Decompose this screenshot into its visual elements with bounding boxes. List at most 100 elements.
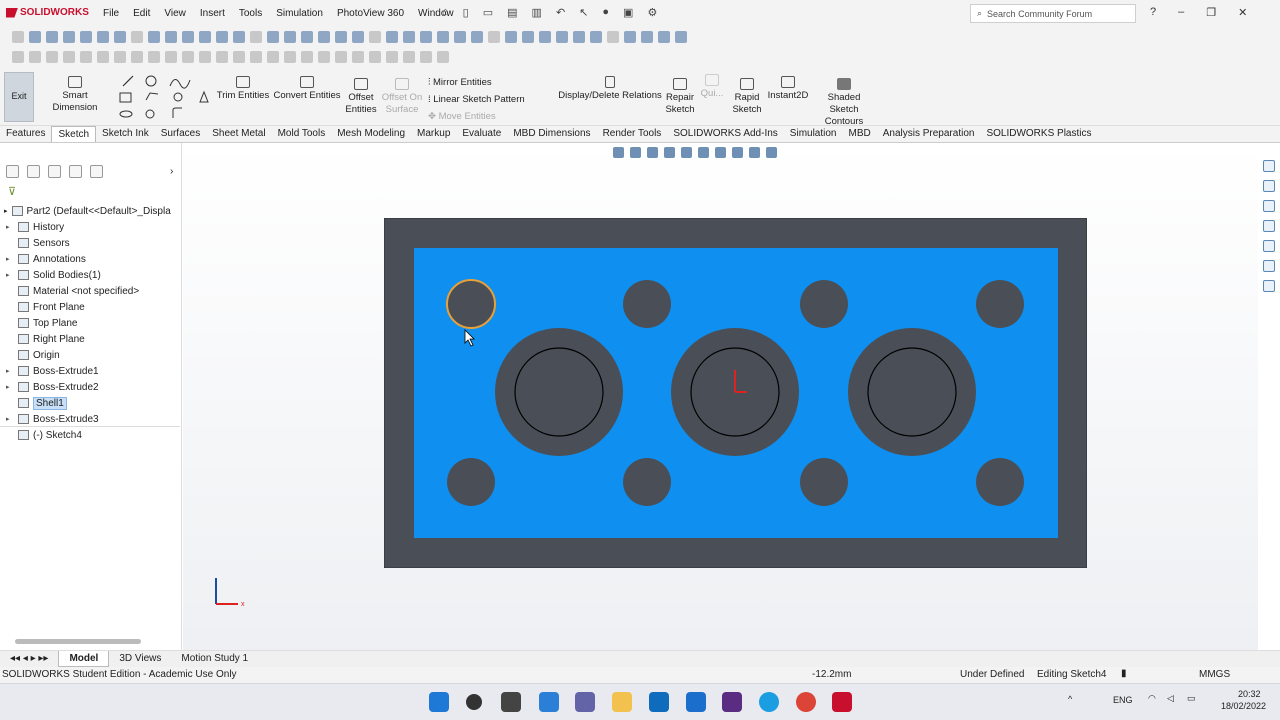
toolbar-button-icon[interactable] bbox=[437, 31, 449, 43]
tab-model[interactable]: Model bbox=[58, 651, 110, 667]
toolbar-button-icon[interactable] bbox=[199, 51, 211, 63]
toolbar-button-icon[interactable] bbox=[182, 31, 194, 43]
mail-icon[interactable] bbox=[649, 692, 669, 712]
toolbar-button-icon[interactable] bbox=[505, 31, 517, 43]
toolbar-button-icon[interactable] bbox=[573, 31, 585, 43]
tree-root[interactable]: ▸ Part2 (Default<<Default>_Displa bbox=[4, 203, 182, 219]
menu-photoview-360[interactable]: PhotoView 360 bbox=[330, 8, 411, 19]
mirror-entities-button[interactable]: ⫶ Mirror Entities bbox=[428, 74, 556, 91]
chevron-right-icon[interactable]: ▸ bbox=[6, 415, 14, 423]
print-icon[interactable]: ▥ bbox=[532, 6, 542, 19]
small-hole[interactable] bbox=[976, 280, 1024, 328]
tab-surfaces[interactable]: Surfaces bbox=[155, 126, 206, 142]
dimxpert-icon[interactable] bbox=[69, 165, 82, 178]
hide-show-icon[interactable] bbox=[715, 147, 726, 158]
tree-item[interactable]: Material <not specified> bbox=[6, 283, 182, 299]
apply-scene-icon[interactable] bbox=[749, 147, 760, 158]
tab-markup[interactable]: Markup bbox=[411, 126, 456, 142]
teams-icon[interactable] bbox=[575, 692, 595, 712]
appearances-icon[interactable] bbox=[1263, 240, 1275, 252]
tree-item[interactable]: Front Plane bbox=[6, 299, 182, 315]
file-explorer-icon[interactable] bbox=[1263, 200, 1275, 212]
tree-item[interactable]: Top Plane bbox=[6, 315, 182, 331]
repair-sketch-button[interactable]: Repair Sketch bbox=[664, 78, 696, 116]
toolbar-button-icon[interactable] bbox=[131, 31, 143, 43]
toolbar-button-icon[interactable] bbox=[284, 51, 296, 63]
solidworks-icon[interactable] bbox=[832, 692, 852, 712]
toolbar-button-icon[interactable] bbox=[335, 51, 347, 63]
tab-mbd-dimensions[interactable]: MBD Dimensions bbox=[507, 126, 596, 142]
smart-dimension-button[interactable]: Smart Dimension bbox=[40, 76, 110, 114]
toolbar-button-icon[interactable] bbox=[250, 31, 262, 43]
language-indicator[interactable]: ENG bbox=[1113, 695, 1133, 705]
battery-icon[interactable]: ▭ bbox=[1187, 693, 1196, 704]
toolbar-button-icon[interactable] bbox=[267, 31, 279, 43]
rapid-sketch-button[interactable]: Rapid Sketch bbox=[730, 78, 764, 116]
tab-mesh-modeling[interactable]: Mesh Modeling bbox=[331, 126, 411, 142]
solidworks-logo[interactable]: SOLIDWORKS bbox=[6, 7, 89, 18]
instant2d-button[interactable]: Instant2D bbox=[766, 76, 810, 102]
toolbar-button-icon[interactable] bbox=[386, 51, 398, 63]
part-model[interactable] bbox=[384, 218, 1087, 568]
menu-tools[interactable]: Tools bbox=[232, 8, 269, 19]
toolbar-button-icon[interactable] bbox=[301, 51, 313, 63]
filter-icon[interactable]: ⊽ bbox=[8, 185, 16, 198]
toolbar-button-icon[interactable] bbox=[318, 51, 330, 63]
toolbar-button-icon[interactable] bbox=[488, 31, 500, 43]
chevron-right-icon[interactable]: ▸ bbox=[6, 271, 14, 279]
toolbar-button-icon[interactable] bbox=[369, 31, 381, 43]
tab-solidworks-add-ins[interactable]: SOLIDWORKS Add-Ins bbox=[667, 126, 783, 142]
forum-icon[interactable] bbox=[1263, 280, 1275, 292]
toolbar-button-icon[interactable] bbox=[216, 51, 228, 63]
chevron-right-icon[interactable]: ▸ bbox=[6, 383, 14, 391]
display-manager-icon[interactable] bbox=[90, 165, 103, 178]
toolbar-button-icon[interactable] bbox=[46, 51, 58, 63]
toolbar-button-icon[interactable] bbox=[318, 31, 330, 43]
tab-motion-study-1[interactable]: Motion Study 1 bbox=[171, 651, 258, 667]
tree-item[interactable]: ▸ History bbox=[6, 219, 182, 235]
store-icon[interactable] bbox=[686, 692, 706, 712]
tab-features[interactable]: Features bbox=[0, 126, 51, 142]
toolbar-button-icon[interactable] bbox=[97, 31, 109, 43]
tree-item[interactable]: (-) Sketch4 bbox=[6, 427, 182, 443]
toolbar-button-icon[interactable] bbox=[114, 51, 126, 63]
tab-sketch[interactable]: Sketch bbox=[51, 126, 97, 142]
tree-item[interactable]: ▸ Boss-Extrude3 bbox=[6, 411, 182, 427]
toolbar-button-icon[interactable] bbox=[590, 31, 602, 43]
volume-icon[interactable]: ◁ bbox=[1167, 693, 1174, 704]
chevron-right-icon[interactable]: › bbox=[170, 166, 173, 177]
tab-evaluate[interactable]: Evaluate bbox=[456, 126, 507, 142]
edge-icon[interactable] bbox=[759, 692, 779, 712]
toolbar-button-icon[interactable] bbox=[267, 51, 279, 63]
new-icon[interactable]: ▯ bbox=[463, 6, 469, 19]
horizontal-scrollbar[interactable] bbox=[15, 639, 141, 644]
wifi-icon[interactable]: ◠ bbox=[1148, 693, 1156, 704]
display-delete-relations-button[interactable]: Display/Delete Relations bbox=[558, 76, 662, 102]
small-hole[interactable] bbox=[447, 458, 495, 506]
offset-entities-button[interactable]: Offset Entities bbox=[342, 78, 380, 116]
toolbar-button-icon[interactable] bbox=[335, 31, 347, 43]
toolbar-button-icon[interactable] bbox=[97, 51, 109, 63]
convert-entities-button[interactable]: Convert Entities bbox=[273, 76, 341, 102]
tree-item[interactable]: Sensors bbox=[6, 235, 182, 251]
toolbar-button-icon[interactable] bbox=[352, 31, 364, 43]
task-view-icon[interactable] bbox=[501, 692, 521, 712]
move-entities-button[interactable]: ✥ Move Entities bbox=[428, 108, 556, 125]
toolbar-button-icon[interactable] bbox=[454, 31, 466, 43]
search-icon[interactable] bbox=[466, 694, 482, 710]
toolbar-button-icon[interactable] bbox=[182, 51, 194, 63]
toolbar-button-icon[interactable] bbox=[301, 31, 313, 43]
restore-icon[interactable]: ❐ bbox=[1206, 6, 1216, 19]
toolbar-button-icon[interactable] bbox=[403, 51, 415, 63]
rebuild-icon[interactable]: ● bbox=[602, 6, 609, 19]
tab-solidworks-plastics[interactable]: SOLIDWORKS Plastics bbox=[980, 126, 1097, 142]
chevron-right-icon[interactable]: ▸ bbox=[6, 255, 14, 263]
toolbar-button-icon[interactable] bbox=[420, 51, 432, 63]
chevron-right-icon[interactable]: ▸ bbox=[6, 223, 14, 231]
property-manager-icon[interactable] bbox=[27, 165, 40, 178]
offset-on-surface-button[interactable]: Offset On Surface bbox=[380, 78, 424, 116]
file-explorer-icon[interactable] bbox=[612, 692, 632, 712]
tab-mold-tools[interactable]: Mold Tools bbox=[272, 126, 332, 142]
view-orientation-icon[interactable] bbox=[681, 147, 692, 158]
toolbar-button-icon[interactable] bbox=[641, 31, 653, 43]
